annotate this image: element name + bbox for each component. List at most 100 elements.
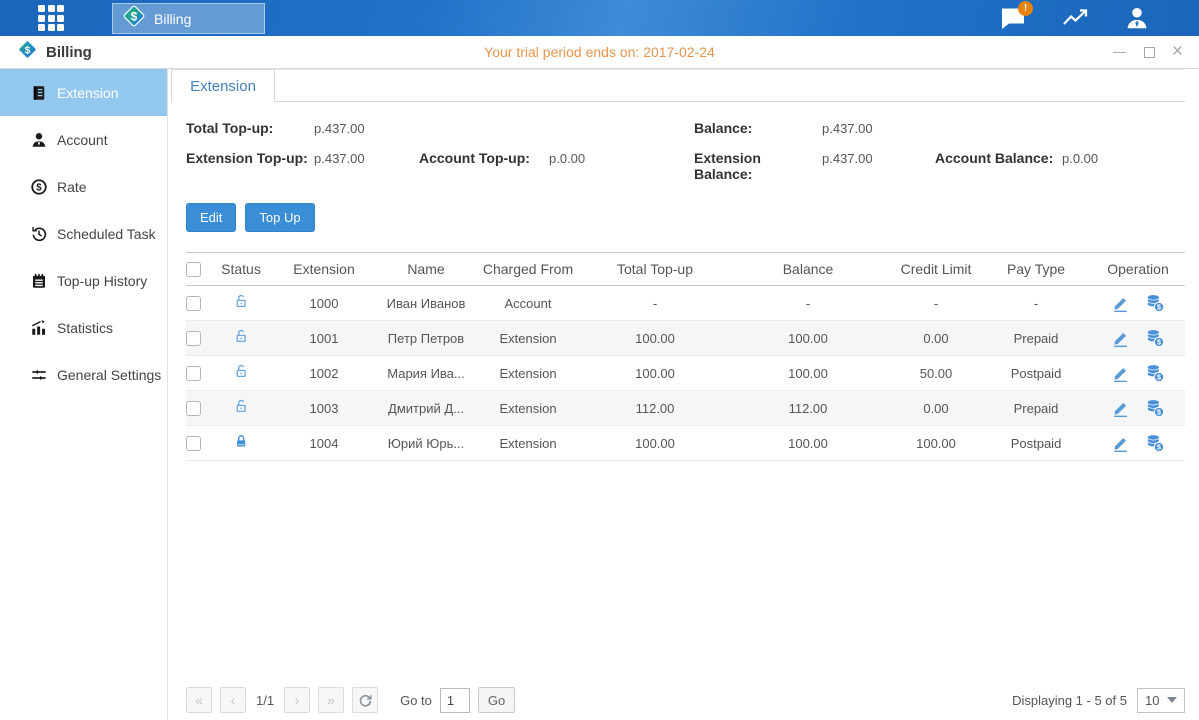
row-checkbox[interactable] bbox=[186, 436, 201, 451]
topup-coins-icon[interactable]: $ bbox=[1145, 328, 1165, 348]
close-button[interactable]: × bbox=[1172, 44, 1183, 60]
balance: Balance: p.437.00 bbox=[694, 120, 1185, 136]
credit-limit-cell: 0.00 bbox=[892, 401, 980, 416]
top-app-bar: $ Billing ! bbox=[0, 0, 1199, 36]
name-cell: Петр Петров bbox=[382, 331, 470, 346]
sidebar-item-label: Top-up History bbox=[57, 273, 147, 289]
total-topup: Total Top-up: p.437.00 bbox=[186, 120, 694, 136]
edit-pencil-icon[interactable] bbox=[1111, 364, 1130, 383]
minimize-button[interactable] bbox=[1113, 44, 1127, 60]
app-tab-billing[interactable]: $ Billing bbox=[112, 3, 265, 34]
edit-pencil-icon[interactable] bbox=[1111, 399, 1130, 418]
tab-strip: Extension bbox=[171, 69, 1185, 102]
billing-diamond-icon-small: $ bbox=[17, 39, 38, 65]
sliders-icon bbox=[29, 365, 48, 384]
first-page-button[interactable]: « bbox=[186, 687, 212, 713]
charged-from-cell: Extension bbox=[470, 436, 586, 451]
total-topup-cell: 100.00 bbox=[586, 331, 724, 346]
pay-type-cell: Prepaid bbox=[980, 331, 1092, 346]
notifications-chat-icon[interactable]: ! bbox=[999, 5, 1027, 31]
svg-text:$: $ bbox=[1157, 374, 1161, 382]
lock-open-icon bbox=[216, 292, 266, 314]
sidebar: Extension Account $ Rate Scheduled Task bbox=[0, 69, 168, 720]
reports-chart-icon[interactable] bbox=[1061, 5, 1089, 31]
extension-account-balance: Extension Balance: p.437.00 Account Bala… bbox=[694, 150, 1185, 182]
svg-text:$: $ bbox=[25, 44, 31, 56]
edit-button[interactable]: Edit bbox=[186, 203, 236, 232]
sidebar-item-label: Statistics bbox=[57, 320, 113, 336]
sidebar-item-general-settings[interactable]: General Settings bbox=[0, 351, 167, 398]
topup-coins-icon[interactable]: $ bbox=[1145, 433, 1165, 453]
topup-coins-icon[interactable]: $ bbox=[1145, 398, 1165, 418]
svg-text:$: $ bbox=[131, 10, 138, 24]
sidebar-item-label: General Settings bbox=[57, 367, 161, 383]
credit-limit-cell: - bbox=[892, 296, 980, 311]
sidebar-item-label: Account bbox=[57, 132, 108, 148]
col-operation: Operation bbox=[1092, 261, 1184, 277]
user-account-icon[interactable] bbox=[1123, 5, 1151, 31]
col-pay-type: Pay Type bbox=[980, 261, 1092, 277]
account-balance-value: p.0.00 bbox=[1062, 151, 1098, 166]
extension-topup-value: p.437.00 bbox=[314, 151, 419, 166]
row-checkbox[interactable] bbox=[186, 296, 201, 311]
col-extension: Extension bbox=[266, 261, 382, 277]
topup-coins-icon[interactable]: $ bbox=[1145, 363, 1165, 383]
sidebar-item-scheduled-task[interactable]: Scheduled Task bbox=[0, 210, 167, 257]
displaying-text: Displaying 1 - 5 of 5 bbox=[1012, 693, 1127, 708]
svg-text:$: $ bbox=[1157, 409, 1161, 417]
name-cell: Иван Иванов bbox=[382, 296, 470, 311]
lock-open-icon bbox=[216, 327, 266, 349]
table-body: 1000 Иван Иванов Account - - - - $ 1 bbox=[186, 286, 1185, 461]
total-topup-value: p.437.00 bbox=[314, 121, 365, 136]
extension-balance-label: Extension Balance: bbox=[694, 150, 822, 182]
extension-topup-label: Extension Top-up: bbox=[186, 150, 314, 166]
pagination-bar: « ‹ 1/1 › » Go to Go Displaying 1 - 5 of… bbox=[186, 687, 1185, 713]
tab-extension[interactable]: Extension bbox=[171, 69, 275, 102]
prev-page-button[interactable]: ‹ bbox=[220, 687, 246, 713]
col-credit-limit: Credit Limit bbox=[892, 261, 980, 277]
row-checkbox[interactable] bbox=[186, 366, 201, 381]
sidebar-item-account[interactable]: Account bbox=[0, 116, 167, 163]
page-indicator: 1/1 bbox=[256, 693, 274, 708]
topup-coins-icon[interactable]: $ bbox=[1145, 293, 1165, 313]
table-header: Status Extension Name Charged From Total… bbox=[186, 252, 1185, 286]
total-topup-cell: 100.00 bbox=[586, 436, 724, 451]
goto-page-input[interactable] bbox=[440, 688, 470, 713]
edit-pencil-icon[interactable] bbox=[1111, 294, 1130, 313]
next-page-button[interactable]: › bbox=[284, 687, 310, 713]
sidebar-item-rate[interactable]: $ Rate bbox=[0, 163, 167, 210]
pay-type-cell: Postpaid bbox=[980, 366, 1092, 381]
sidebar-item-statistics[interactable]: Statistics bbox=[0, 304, 167, 351]
extension-cell: 1002 bbox=[266, 366, 382, 381]
select-all-checkbox[interactable] bbox=[186, 262, 201, 277]
main-content: Extension Total Top-up: p.437.00 Balance… bbox=[168, 69, 1199, 720]
extension-table: Status Extension Name Charged From Total… bbox=[186, 252, 1185, 461]
top-up-button[interactable]: Top Up bbox=[245, 203, 314, 232]
apps-grid-icon[interactable] bbox=[38, 5, 68, 31]
sidebar-item-topup-history[interactable]: Top-up History bbox=[0, 257, 167, 304]
row-checkbox[interactable] bbox=[186, 331, 201, 346]
sidebar-item-extension[interactable]: Extension bbox=[0, 69, 167, 116]
dollar-circle-icon: $ bbox=[29, 177, 48, 196]
row-checkbox[interactable] bbox=[186, 401, 201, 416]
billing-diamond-icon: $ bbox=[122, 4, 146, 33]
credit-limit-cell: 0.00 bbox=[892, 331, 980, 346]
account-topup-value: p.0.00 bbox=[549, 151, 585, 166]
person-icon bbox=[29, 130, 48, 149]
account-topup-label: Account Top-up: bbox=[419, 150, 549, 166]
extension-cell: 1001 bbox=[266, 331, 382, 346]
edit-pencil-icon[interactable] bbox=[1111, 434, 1130, 453]
go-button[interactable]: Go bbox=[478, 687, 515, 713]
charged-from-cell: Extension bbox=[470, 366, 586, 381]
maximize-button[interactable] bbox=[1144, 44, 1155, 60]
credit-limit-cell: 50.00 bbox=[892, 366, 980, 381]
page-size-select[interactable]: 10 bbox=[1137, 688, 1185, 713]
sidebar-item-label: Rate bbox=[57, 179, 87, 195]
last-page-button[interactable]: » bbox=[318, 687, 344, 713]
refresh-button[interactable] bbox=[352, 687, 378, 713]
svg-text:$: $ bbox=[36, 182, 42, 193]
balance-cell: 100.00 bbox=[724, 331, 892, 346]
table-row: 1004 Юрий Юрь... Extension 100.00 100.00… bbox=[186, 426, 1185, 461]
extension-cell: 1004 bbox=[266, 436, 382, 451]
edit-pencil-icon[interactable] bbox=[1111, 329, 1130, 348]
